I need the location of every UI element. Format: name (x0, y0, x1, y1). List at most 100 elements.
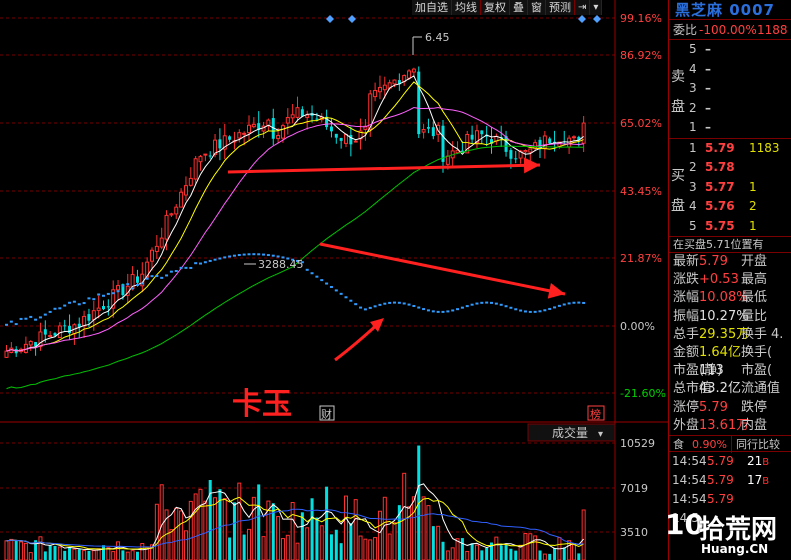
index-mark (557, 304, 561, 307)
finance-tag-label: 财 (321, 407, 332, 421)
buy-row[interactable]: 4 5.76 2 (669, 197, 791, 217)
index-mark (480, 301, 484, 304)
volume-bar (48, 545, 52, 560)
index-mark (460, 306, 464, 309)
forecast-button[interactable]: 预测 (546, 0, 575, 15)
index-mark (24, 317, 28, 320)
index-mark (393, 301, 396, 304)
volume-bar (485, 547, 489, 560)
quote-label-2: 市盈( (741, 363, 773, 379)
index-mark (359, 306, 363, 309)
index-mark (237, 254, 241, 257)
buy-row[interactable]: 1 5.79 1183 (669, 139, 791, 159)
quote-value: +0.53 (699, 272, 739, 288)
index-mark (431, 310, 435, 313)
sell-row[interactable]: 2– (669, 99, 791, 119)
quote-label: 市盈(静) (673, 363, 723, 379)
volume-bar (247, 528, 251, 560)
index-mark (116, 290, 120, 293)
volume-bar (300, 512, 304, 560)
volume-bar (581, 509, 586, 560)
quote-row: 涨停5.79 跌停 (669, 399, 791, 417)
sell-label: 卖盘 (671, 69, 685, 115)
wei-bi-value: -100.00% (699, 23, 757, 37)
index-mark (82, 302, 86, 305)
moving-average-button[interactable]: 均线 (452, 0, 481, 15)
volume-bar (553, 547, 557, 560)
index-mark (310, 272, 314, 275)
volume-bar (228, 537, 232, 560)
kline-chart[interactable]: 99.16% 86.92% 65.02% 43.45% 21.87% 0.00% -21.6… (0, 0, 668, 560)
quote-panel: 黑芝麻 0007 委比 -100.00%1188 卖盘 5–4–3–2–1– 买盘… (668, 0, 791, 560)
watermark-text: 拾荒网 (699, 515, 778, 545)
volume-bar (38, 536, 43, 560)
compare-tab[interactable]: 同行比较 (730, 435, 784, 453)
dropdown-icon[interactable]: ▾ (590, 0, 603, 15)
volume-bar (169, 529, 174, 560)
index-mark (325, 282, 329, 285)
exit-icon[interactable]: ⇥ (575, 0, 591, 15)
index-mark (441, 310, 445, 313)
window-button[interactable]: 窗 (528, 0, 546, 15)
index-mark (131, 287, 135, 290)
index-mark (368, 306, 372, 309)
index-mark (199, 262, 202, 265)
index-mark (169, 270, 173, 273)
index-mark (582, 301, 586, 304)
quote-row: 市盈(静)113 市盈( (669, 362, 791, 380)
volume-bar (368, 539, 373, 560)
volume-bar (271, 503, 275, 560)
volume-bar (53, 545, 57, 560)
percent-tick-label: 99.16% (620, 12, 662, 25)
volume-bar (358, 535, 363, 560)
sell-row[interactable]: 4– (669, 60, 791, 80)
volume-bar (116, 541, 121, 560)
quote-label-2: 最高 (741, 272, 768, 288)
quote-row: 最新5.79 开盘 (669, 253, 791, 271)
quote-row: 涨跌+0.53 最高 (669, 271, 791, 289)
quote-value: 5.79 (699, 399, 728, 415)
overlay-button[interactable]: 叠 (510, 0, 528, 15)
volume-bar (523, 532, 528, 560)
index-mark (499, 303, 503, 306)
kline-chart-area[interactable]: 99.16% 86.92% 65.02% 43.45% 21.87% 0.00% -21.6… (0, 0, 668, 560)
sell-row[interactable]: 5– (669, 40, 791, 60)
buy-volume: 1 (749, 218, 757, 233)
volume-bar (363, 538, 368, 560)
index-mark (494, 302, 498, 305)
volume-bar (325, 486, 329, 560)
index-mark (150, 275, 154, 278)
index-mark (572, 301, 576, 304)
tick-volume: 17 (747, 472, 763, 487)
quote-label: 涨跌 (673, 272, 700, 288)
volume-bar (305, 527, 310, 560)
index-mark (97, 293, 101, 296)
sell-price: – (705, 61, 711, 76)
buy-row[interactable]: 3 5.77 1 (669, 178, 791, 198)
index-mark (68, 301, 72, 304)
volume-bar (548, 553, 552, 560)
volume-bar (102, 545, 105, 560)
volume-bar (242, 534, 246, 560)
adjust-button[interactable]: 复权 (481, 0, 510, 15)
index-mark (58, 307, 62, 310)
percent-tick-label: 21.87% (620, 252, 662, 265)
volume-tick-label: 7019 (620, 482, 648, 495)
buy-row[interactable]: 2 5.78 (669, 158, 791, 178)
index-mark (422, 308, 426, 311)
volume-bar (373, 537, 378, 560)
volume-bar (276, 516, 281, 560)
add-watchlist-button[interactable]: 加自选 (412, 0, 452, 15)
sell-row[interactable]: 1– (669, 118, 791, 138)
index-mark (126, 283, 130, 286)
index-mark (223, 256, 227, 259)
buy-book: 买盘 1 5.79 1183 2 5.78 3 5.77 1 4 5.76 2 5 5.75 1 (669, 139, 791, 237)
quote-value: 10.27% (699, 308, 749, 324)
index-mark (577, 301, 581, 304)
buy-price: 5.75 (705, 218, 735, 233)
sell-level: 3 (689, 81, 697, 95)
buy-row[interactable]: 5 5.75 1 (669, 217, 791, 237)
sell-row[interactable]: 3– (669, 79, 791, 99)
index-mark (339, 292, 343, 295)
quote-label-2: 开盘 (741, 254, 768, 269)
